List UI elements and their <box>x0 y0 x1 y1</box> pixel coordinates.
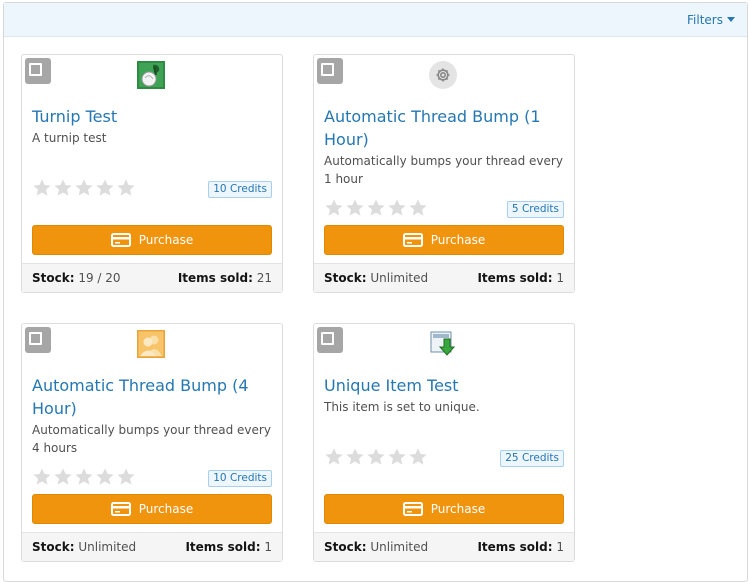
items-sold-value: 21 <box>256 271 272 285</box>
select-checkbox[interactable] <box>317 327 343 353</box>
price-badge: 5 Credits <box>506 201 564 218</box>
rating-stars[interactable] <box>324 447 429 467</box>
filters-dropdown[interactable]: Filters <box>687 13 735 27</box>
item-card-unique-item-test: Unique Item Test This item is set to uni… <box>313 323 575 562</box>
stock-label: Stock: <box>32 271 75 285</box>
star-icon[interactable] <box>324 447 344 467</box>
item-description: Automatically bumps your thread every 4 … <box>32 423 271 455</box>
item-description: A turnip test <box>32 131 107 145</box>
rating-stars[interactable] <box>32 178 137 198</box>
select-checkbox[interactable] <box>25 58 51 84</box>
price-badge: 10 Credits <box>208 470 272 487</box>
items-sold-label: Items sold: <box>477 271 553 285</box>
items-sold-value: 1 <box>556 540 564 554</box>
star-icon[interactable] <box>74 178 94 198</box>
items-sold-value: 1 <box>556 271 564 285</box>
purchase-button[interactable]: Purchase <box>32 494 272 524</box>
star-icon[interactable] <box>345 447 365 467</box>
star-icon[interactable] <box>95 178 115 198</box>
item-footer: Stock: 19 / 20 Items sold: 21 <box>22 263 282 292</box>
star-icon[interactable] <box>53 467 73 487</box>
purchase-button[interactable]: Purchase <box>32 225 272 255</box>
stock-label: Stock: <box>324 271 367 285</box>
item-title[interactable]: Automatic Thread Bump (1 Hour) <box>324 105 564 151</box>
star-icon[interactable] <box>116 467 136 487</box>
items-sold-label: Items sold: <box>185 540 261 554</box>
star-icon[interactable] <box>387 447 407 467</box>
select-checkbox[interactable] <box>317 58 343 84</box>
purchase-label: Purchase <box>138 233 194 247</box>
stock-value: Unlimited <box>370 271 429 285</box>
star-icon[interactable] <box>387 198 407 218</box>
stock-value: Unlimited <box>370 540 429 554</box>
items-sold-info: Items sold: 21 <box>178 264 272 292</box>
purchase-label: Purchase <box>430 233 486 247</box>
stock-info: Stock: Unlimited <box>324 264 428 292</box>
stock-label: Stock: <box>32 540 75 554</box>
stock-info: Stock: Unlimited <box>32 533 136 561</box>
purchase-button[interactable]: Purchase <box>324 494 564 524</box>
item-title[interactable]: Turnip Test <box>32 105 272 128</box>
purchase-label: Purchase <box>138 502 194 516</box>
purchase-button[interactable]: Purchase <box>324 225 564 255</box>
item-description: This item is set to unique. <box>324 400 480 414</box>
credit-card-icon <box>402 502 423 516</box>
stock-value: 19 / 20 <box>78 271 121 285</box>
users-icon <box>137 330 165 358</box>
credit-card-icon <box>110 502 131 516</box>
download-icon <box>430 331 456 356</box>
items-sold-info: Items sold: 1 <box>477 533 564 561</box>
item-footer: Stock: Unlimited Items sold: 1 <box>314 263 574 292</box>
star-icon[interactable] <box>32 178 52 198</box>
star-icon[interactable] <box>95 467 115 487</box>
star-icon[interactable] <box>324 198 344 218</box>
items-sold-info: Items sold: 1 <box>185 533 272 561</box>
star-icon[interactable] <box>366 198 386 218</box>
credit-card-icon <box>110 233 131 247</box>
item-card-thread-bump-1h: Automatic Thread Bump (1 Hour) Automatic… <box>313 54 575 293</box>
credit-card-icon <box>402 233 423 247</box>
turnip-icon <box>137 61 165 89</box>
star-icon[interactable] <box>366 447 386 467</box>
stock-label: Stock: <box>324 540 367 554</box>
price-badge: 25 Credits <box>500 450 564 467</box>
star-icon[interactable] <box>53 178 73 198</box>
items-sold-label: Items sold: <box>177 271 253 285</box>
item-footer: Stock: Unlimited Items sold: 1 <box>314 532 574 561</box>
price-badge: 10 Credits <box>208 181 272 198</box>
select-checkbox[interactable] <box>25 327 51 353</box>
star-icon[interactable] <box>345 198 365 218</box>
item-card-thread-bump-4h: Automatic Thread Bump (4 Hour) Automatic… <box>21 323 283 562</box>
star-icon[interactable] <box>408 447 428 467</box>
item-title[interactable]: Unique Item Test <box>324 374 564 397</box>
item-description: Automatically bumps your thread every 1 … <box>324 154 563 186</box>
stock-value: Unlimited <box>78 540 137 554</box>
star-icon[interactable] <box>408 198 428 218</box>
star-icon[interactable] <box>32 467 52 487</box>
stock-info: Stock: 19 / 20 <box>32 264 121 292</box>
item-title[interactable]: Automatic Thread Bump (4 Hour) <box>32 374 272 420</box>
gear-icon <box>429 61 457 89</box>
star-icon[interactable] <box>74 467 94 487</box>
items-sold-value: 1 <box>264 540 272 554</box>
items-sold-info: Items sold: 1 <box>477 264 564 292</box>
stock-info: Stock: Unlimited <box>324 533 428 561</box>
rating-stars[interactable] <box>324 198 429 218</box>
item-card-turnip-test: Turnip Test A turnip test 10 Credits Pur… <box>21 54 283 293</box>
item-footer: Stock: Unlimited Items sold: 1 <box>22 532 282 561</box>
items-sold-label: Items sold: <box>477 540 553 554</box>
rating-stars[interactable] <box>32 467 137 487</box>
caret-down-icon <box>727 17 735 22</box>
purchase-label: Purchase <box>430 502 486 516</box>
filters-label: Filters <box>687 13 723 27</box>
star-icon[interactable] <box>116 178 136 198</box>
filter-bar: Filters <box>4 3 747 37</box>
